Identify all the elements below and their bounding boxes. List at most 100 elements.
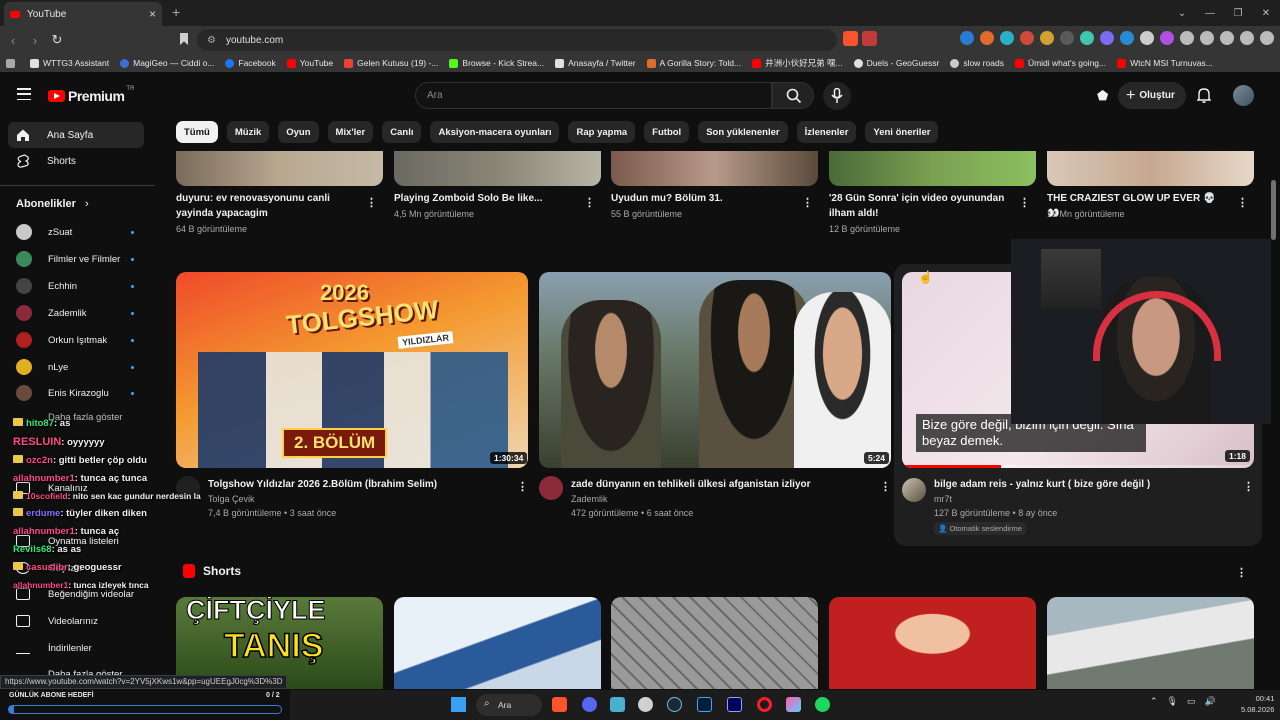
url-field[interactable]: ⚙ youtube.com [197, 29, 837, 51]
bookmark-item[interactable]: Ümidi what's going... [1014, 58, 1106, 68]
bookmark-item[interactable]: WTTG3 Assistant [30, 58, 109, 68]
voice-search-button[interactable] [823, 82, 851, 110]
extension-icon[interactable] [1120, 31, 1134, 45]
photoshop-icon[interactable] [697, 697, 712, 712]
chip-football[interactable]: Futbol [644, 121, 690, 143]
reload-icon[interactable]: ↻ [46, 32, 68, 48]
chip-action-adventure[interactable]: Aksiyon-macera oyunları [430, 121, 560, 143]
spotify-icon[interactable] [815, 697, 830, 712]
subscription-item[interactable]: Filmler ve Filmler [16, 251, 134, 267]
extension-icon[interactable] [1060, 31, 1074, 45]
channel-name[interactable]: Zademlik [571, 492, 608, 507]
video-title[interactable]: zade dünyanın en tehlikeli ülkesi afgani… [571, 477, 871, 492]
video-thumbnail[interactable] [1047, 151, 1254, 186]
extension-icon[interactable] [1100, 31, 1114, 45]
extension-icon[interactable] [1000, 31, 1014, 45]
back-icon[interactable]: ‹ [2, 33, 24, 48]
bookmark-item[interactable]: A Gorilla Story: Told... [646, 58, 741, 68]
bookmark-item[interactable]: Duels - GeoGuessr [853, 58, 939, 68]
channel-avatar[interactable] [902, 478, 926, 502]
opera-icon[interactable] [757, 697, 772, 712]
subscription-item[interactable]: nLye [16, 359, 134, 375]
new-tab-icon[interactable]: + [172, 4, 180, 20]
taskbar-search[interactable]: ⌕ Ara [476, 694, 542, 716]
bookmark-item[interactable]: YouTube [286, 58, 333, 68]
app-icon[interactable] [638, 697, 653, 712]
chip-recently-uploaded[interactable]: Son yüklenenler [698, 121, 788, 143]
video-thumbnail[interactable] [611, 151, 818, 186]
video-thumbnail[interactable] [539, 272, 891, 468]
bookmark-item[interactable]: slow roads [950, 58, 1004, 68]
extension-icon[interactable] [1140, 31, 1154, 45]
more-options-icon[interactable]: ⋮ [880, 480, 891, 493]
forward-icon[interactable]: › [24, 33, 46, 48]
video-title[interactable]: duyuru: ev renovasyonunu canli yayinda y… [176, 191, 351, 221]
chip-mixes[interactable]: Mix'ler [327, 121, 374, 143]
puzzle-icon[interactable] [1180, 31, 1194, 45]
video-title[interactable]: Uyudun mu? Bölüm 31. [611, 191, 786, 206]
sidebar-icon[interactable] [1220, 31, 1234, 45]
taskbar-clock[interactable]: 00:41 5.08.2026 [1241, 693, 1274, 715]
more-options-icon[interactable]: ⋮ [584, 196, 595, 209]
more-options-icon[interactable]: ⋮ [366, 196, 377, 209]
channel-name[interactable]: Tolga Çevik [208, 492, 255, 507]
more-options-icon[interactable]: ⋮ [517, 480, 528, 493]
bookmark-item[interactable]: Facebook [225, 58, 276, 68]
subscriptions-heading[interactable]: Abonelikler › [16, 198, 89, 210]
more-options-icon[interactable]: ⋮ [1237, 196, 1248, 209]
channel-name[interactable]: mr7t [934, 492, 952, 507]
close-window-icon[interactable]: ✕ [1252, 8, 1280, 19]
video-title[interactable]: bilge adam reis - yalnız kurt ( bize gör… [934, 477, 1234, 492]
brave-shield-icon[interactable] [843, 31, 858, 46]
chip-all[interactable]: Tümü [176, 121, 218, 143]
discord-icon[interactable] [582, 697, 597, 712]
video-thumbnail[interactable]: 2026 TOLGSHOW YILDIZLAR 2. BÖLÜM [176, 272, 528, 468]
page-scrollbar[interactable] [1271, 180, 1276, 240]
bookmark-item[interactable]: 井洲小伙好兄弟 嘿... [752, 57, 843, 69]
sidebar-item-home[interactable]: Ana Sayfa [8, 122, 144, 148]
more-options-icon[interactable]: ⋮ [1243, 480, 1254, 493]
more-options-icon[interactable]: ⋮ [802, 196, 813, 209]
chevron-up-icon[interactable]: ⌃ [1150, 696, 1158, 707]
extension-icon[interactable] [1160, 31, 1174, 45]
extension-icon[interactable] [1040, 31, 1054, 45]
subscription-item[interactable]: Orkun Işıtmak [16, 332, 134, 348]
short-thumbnail[interactable] [611, 597, 818, 689]
bookmark-item[interactable]: Gelen Kutusu (19) -... [344, 58, 438, 68]
subscription-item[interactable]: zSuat [16, 224, 134, 240]
channel-avatar[interactable] [539, 476, 563, 500]
notifications-bell-icon[interactable] [1196, 87, 1212, 106]
bookmark-item[interactable]: Browse - Kick Strea... [449, 58, 544, 68]
volume-icon[interactable]: 🔊 [1205, 696, 1216, 707]
short-thumbnail[interactable] [829, 597, 1036, 689]
bookmark-item[interactable]: MagiGeo — Ciddi o... [120, 58, 214, 68]
premiere-icon[interactable] [727, 697, 742, 712]
extension-icon[interactable] [980, 31, 994, 45]
sidebar-item-downloads[interactable]: İndirilenler [16, 642, 92, 654]
more-options-icon[interactable]: ⋮ [1019, 196, 1030, 209]
bookmark-item[interactable]: Anasayfa / Twitter [555, 58, 636, 68]
app-icon[interactable] [786, 697, 801, 712]
more-options-icon[interactable]: ⋮ [1236, 566, 1247, 579]
extension-icon[interactable] [1020, 31, 1034, 45]
create-button[interactable]: + Oluştur [1118, 82, 1186, 109]
search-button[interactable] [772, 82, 814, 109]
site-info-icon[interactable]: ⚙ [207, 35, 216, 46]
account-avatar[interactable] [1233, 85, 1254, 106]
browser-tab[interactable]: YouTube × [4, 2, 162, 26]
subscription-item[interactable]: Zademlik [16, 305, 134, 321]
network-icon[interactable]: ▭ [1187, 696, 1196, 707]
brave-icon[interactable] [552, 697, 567, 712]
brave-rewards-icon[interactable] [862, 31, 877, 46]
extension-icon[interactable] [960, 31, 974, 45]
maximize-icon[interactable]: ❐ [1224, 8, 1252, 19]
video-thumbnail[interactable] [394, 151, 601, 186]
minimize-icon[interactable]: — [1196, 8, 1224, 19]
bookmark-item[interactable]: WtcN MSI Turnuvas... [1117, 58, 1213, 68]
cast-icon[interactable]: ⬟ [1097, 88, 1108, 104]
short-thumbnail[interactable] [1047, 597, 1254, 689]
hamburger-menu-icon[interactable] [17, 88, 31, 104]
youtube-logo[interactable]: Premium TR [48, 86, 134, 104]
chip-live[interactable]: Canlı [382, 121, 422, 143]
apps-icon[interactable] [6, 58, 19, 68]
